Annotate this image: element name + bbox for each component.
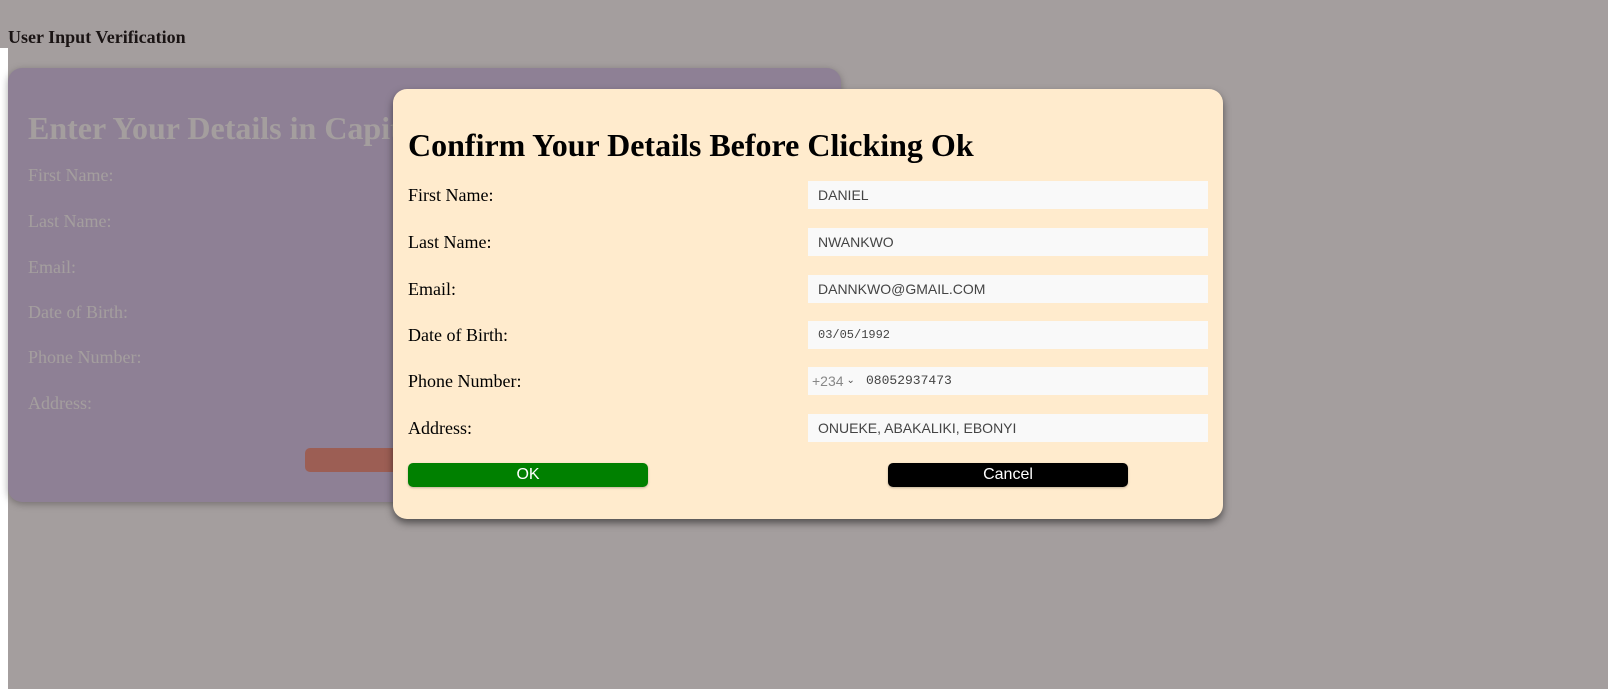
modal-title: Confirm Your Details Before Clicking Ok [408, 127, 974, 163]
address-field[interactable]: ONUEKE, ABAKALIKI, EBONYI [808, 414, 1208, 442]
first-name-field[interactable]: DANIEL [808, 181, 1208, 209]
country-code-value: +234 [812, 373, 844, 389]
label-address: Address: [408, 418, 472, 438]
phone-number-field: +234 ⌄ 08052937473 [808, 367, 1208, 395]
label-date-of-birth: Date of Birth: [408, 325, 508, 345]
email-field[interactable]: DANNKWO@GMAIL.COM [808, 275, 1208, 303]
label-last-name: Last Name: [408, 232, 492, 252]
last-name-field[interactable]: NWANKWO [808, 228, 1208, 256]
ok-button[interactable]: OK [408, 463, 648, 487]
cancel-button[interactable]: Cancel [888, 463, 1128, 487]
page: User Input Verification Enter Your Detai… [0, 0, 1608, 700]
country-code-select[interactable]: +234 ⌄ [808, 367, 864, 395]
label-phone-number: Phone Number: [408, 371, 522, 391]
modal-overlay-edge [0, 0, 8, 48]
phone-number-input[interactable]: 08052937473 [866, 367, 952, 395]
label-first-name: First Name: [408, 185, 494, 205]
date-of-birth-field[interactable]: 03/05/1992 [808, 321, 1208, 349]
chevron-down-icon: ⌄ [846, 375, 855, 386]
confirm-modal: Confirm Your Details Before Clicking Ok … [393, 89, 1223, 519]
label-email: Email: [408, 279, 456, 299]
